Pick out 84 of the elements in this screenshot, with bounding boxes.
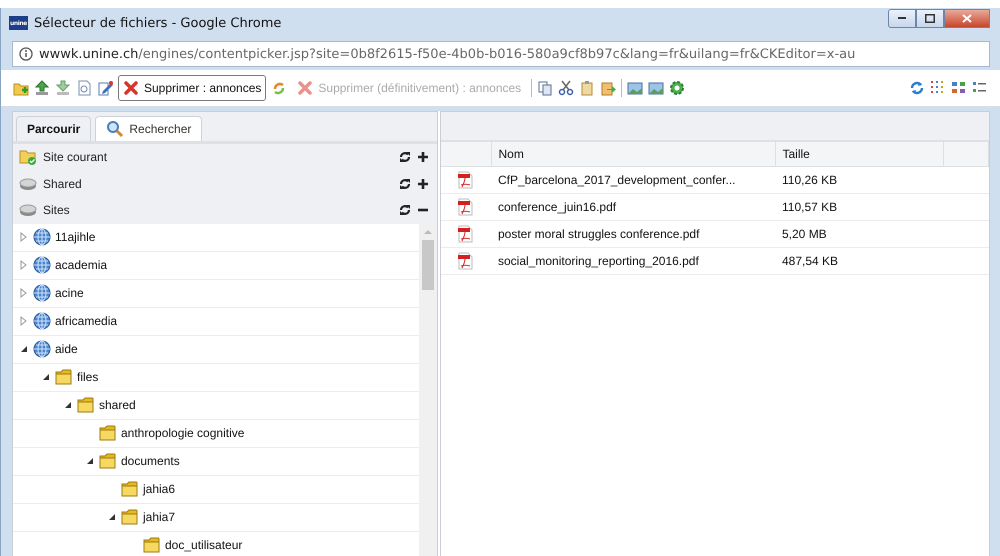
folder-check-icon <box>19 148 37 166</box>
file-name[interactable]: CfP_barcelona_2017_development_confer... <box>491 166 775 194</box>
globe-icon <box>33 228 51 246</box>
file-name[interactable]: conference_juin16.pdf <box>491 194 775 220</box>
expanded-arrow-icon[interactable] <box>85 456 95 466</box>
expanded-arrow-icon[interactable] <box>63 400 73 410</box>
close-icon <box>962 14 972 22</box>
tree-item[interactable]: academia <box>55 258 108 272</box>
cross-icon <box>297 80 314 96</box>
pdf-icon <box>457 171 473 189</box>
image-icon[interactable] <box>627 80 644 96</box>
tree-item[interactable]: acine <box>55 286 84 300</box>
file-size: 110,26 KB <box>775 166 943 194</box>
file-name[interactable]: poster moral struggles conference.pdf <box>491 220 775 248</box>
collapsed-arrow-icon[interactable] <box>19 260 29 270</box>
tree-item[interactable]: shared <box>99 398 136 412</box>
magnifier-icon <box>106 120 124 138</box>
tree-item[interactable]: files <box>77 370 98 384</box>
tree-item[interactable]: documents <box>121 454 180 468</box>
refresh-icon[interactable] <box>399 204 411 216</box>
collapsed-arrow-icon[interactable] <box>19 288 29 298</box>
page-icon[interactable] <box>76 80 92 96</box>
collapsed-arrow-icon[interactable] <box>19 316 29 326</box>
globe-icon <box>33 340 51 358</box>
expanded-arrow-icon[interactable] <box>19 344 29 354</box>
expand-icon[interactable] <box>417 178 429 190</box>
edit-icon[interactable] <box>97 80 113 96</box>
globe-icon <box>33 284 51 302</box>
pdf-icon <box>457 225 473 243</box>
clipboard-arrow-icon[interactable] <box>600 80 616 96</box>
upload-icon[interactable] <box>34 80 50 96</box>
tree-item[interactable]: jahia6 <box>143 482 176 496</box>
tree-item[interactable]: jahia7 <box>143 510 176 524</box>
minimize-icon <box>898 17 906 19</box>
tree-item[interactable]: aide <box>55 342 78 356</box>
globe-icon <box>33 312 51 330</box>
address-bar[interactable]: wwwk.unine.ch/engines/contentpicker.jsp?site=0b8f2615-f50e-4b0b-b016-580a9cf8b97c&lang=fr&uilang=fr&CKEditor=x-au <box>12 41 990 67</box>
pdf-icon <box>457 252 473 270</box>
folder-icon <box>143 536 161 554</box>
refresh-icon[interactable] <box>399 151 411 164</box>
tree-item[interactable]: doc_utilisateur <box>165 538 242 552</box>
column-header[interactable]: Nom <box>491 142 775 166</box>
folder-icon <box>99 452 117 470</box>
expanded-arrow-icon[interactable] <box>41 372 51 382</box>
delete-button[interactable]: Supprimer : annonces <box>118 75 266 101</box>
info-icon <box>19 47 33 61</box>
gear-icon[interactable] <box>669 80 686 96</box>
minimize-button[interactable] <box>888 8 916 28</box>
folder-icon <box>77 396 95 414</box>
tab[interactable]: Parcourir <box>16 116 92 141</box>
cross-icon <box>123 80 139 96</box>
tree-item[interactable]: 11ajihle <box>55 230 96 244</box>
collapsed-arrow-icon[interactable] <box>19 232 29 242</box>
file-size: 110,57 KB <box>775 194 943 220</box>
file-name[interactable]: social_monitoring_reporting_2016.pdf <box>491 248 775 274</box>
folder-icon <box>55 368 73 386</box>
folder-icon <box>121 508 139 526</box>
folder-icon <box>99 424 117 442</box>
expanded-arrow-icon[interactable] <box>107 512 117 522</box>
refresh-icon[interactable] <box>399 178 411 190</box>
tiles-view-icon[interactable] <box>951 80 967 96</box>
clipboard-icon[interactable] <box>579 80 596 96</box>
copy-icon[interactable] <box>537 80 554 96</box>
globe-icon <box>33 256 51 274</box>
tab[interactable]: Rechercher <box>95 116 202 141</box>
close-button[interactable] <box>944 8 990 28</box>
tree-item[interactable]: anthropologie cognitive <box>121 426 244 440</box>
image-icon[interactable] <box>648 80 664 96</box>
file-size: 5,20 MB <box>775 220 943 248</box>
folder-icon <box>121 480 139 498</box>
grid-view-icon[interactable] <box>930 80 946 96</box>
column-header[interactable]: Taille <box>775 142 943 166</box>
tree-item[interactable]: africamedia <box>55 314 118 328</box>
expand-icon[interactable] <box>417 151 429 164</box>
section-label[interactable]: Sites <box>43 203 393 218</box>
maximize-icon <box>925 14 935 22</box>
section-label[interactable]: Site courant <box>43 150 393 164</box>
maximize-button[interactable] <box>916 8 944 28</box>
pdf-icon <box>457 198 473 216</box>
file-size: 487,54 KB <box>775 248 943 274</box>
section-label[interactable]: Shared <box>43 176 393 191</box>
window-title: Sélecteur de fichiers - Google Chrome <box>34 16 282 30</box>
download-icon[interactable] <box>55 80 71 96</box>
scissors-icon[interactable] <box>558 80 574 96</box>
